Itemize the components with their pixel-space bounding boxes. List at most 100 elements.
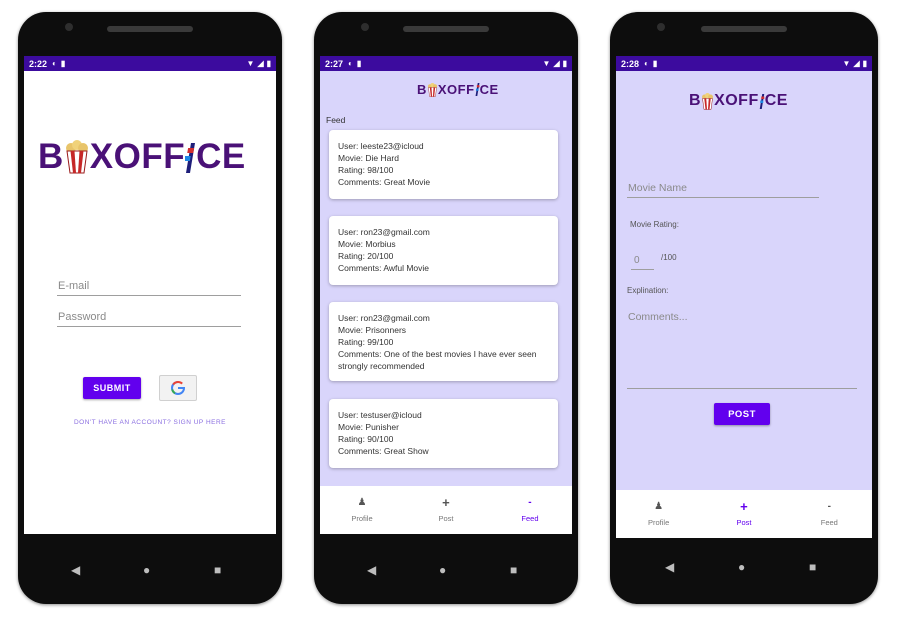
status-time: 2:22 (29, 58, 48, 69)
post-comments: Comments: Awful Movie (338, 263, 430, 273)
rating-input[interactable]: 0 (631, 247, 654, 270)
logo-letters-xoff: XOFF (89, 137, 186, 176)
nav-post-label: Post (438, 514, 454, 523)
nav-feed-label: Feed (820, 518, 838, 527)
front-camera (361, 23, 369, 31)
status-time: 2:27 (325, 58, 344, 69)
feed-card[interactable]: User: ron23@gmail.com Movie: Morbius Rat… (329, 216, 558, 285)
sim-icon: ▮ (652, 59, 658, 68)
comments-field[interactable]: Comments... (627, 308, 857, 389)
notification-icon: ◐ (348, 59, 353, 68)
feed-card[interactable]: User: ron23@gmail.com Movie: Prisonners … (329, 302, 558, 381)
post-user: User: leeste23@icloud (338, 141, 424, 151)
feed-screen: 2:27 ◐ ▮ ▼ ◢ ▮ B XOFF CE Feed User: lees… (320, 56, 572, 534)
nav-feed[interactable]: - Feed (488, 486, 572, 534)
battery-icon: ▮ (266, 59, 271, 68)
post-rating: Rating: 99/100 (338, 337, 394, 347)
submit-button[interactable]: SUBMIT (83, 377, 141, 399)
system-navigation-bar: ◀ ● ■ (18, 534, 282, 604)
wifi-icon: ▼ (842, 59, 851, 68)
post-rating: Rating: 90/100 (338, 434, 394, 444)
signup-link[interactable]: DON'T HAVE AN ACCOUNT? SIGN UP HERE (24, 419, 276, 426)
nav-profile[interactable]: ♟ Profile (320, 486, 404, 534)
password-field[interactable]: Password (57, 302, 241, 327)
feed-card[interactable]: User: leeste23@icloud Movie: Die Hard Ra… (329, 130, 558, 199)
status-time: 2:28 (621, 58, 640, 69)
wifi-icon: ▼ (246, 59, 255, 68)
movie-name-field[interactable]: Movie Name (627, 175, 819, 198)
popcorn-icon (427, 82, 438, 97)
speaker-grille (107, 26, 193, 32)
logo-letters-ce: CE (196, 137, 246, 176)
back-icon[interactable]: ◀ (71, 563, 80, 577)
feed-title: Feed (326, 115, 346, 125)
explanation-label: Explination: (627, 286, 669, 295)
nav-profile-label: Profile (648, 518, 670, 527)
sim-icon: ▮ (60, 59, 66, 68)
movie-rating-label: Movie Rating: (630, 220, 679, 229)
popcorn-icon (64, 140, 90, 174)
feed-card[interactable]: User: testuser@icloud Movie: Punisher Ra… (329, 399, 558, 468)
post-movie: Movie: Prisonners (338, 325, 407, 335)
sim-icon: ▮ (356, 59, 362, 68)
person-icon: ♟ (357, 497, 367, 508)
phone-post: 2:28 ◐ ▮ ▼ ◢ ▮ B XOFF CE Movie Name Movi… (610, 12, 878, 604)
post-movie: Movie: Die Hard (338, 153, 399, 163)
back-icon[interactable]: ◀ (665, 560, 674, 574)
post-movie: Movie: Punisher (338, 422, 399, 432)
back-icon[interactable]: ◀ (367, 563, 376, 577)
email-field[interactable]: E-mail (57, 271, 241, 296)
logo-letters-ce: CE (479, 82, 499, 97)
boxoffice-logo: B XOFF CE (38, 137, 246, 177)
signal-icon: ◢ (853, 59, 860, 68)
boxoffice-logo: B XOFF CE (689, 92, 788, 110)
recents-icon[interactable]: ■ (214, 563, 221, 577)
3d-glasses-icon (759, 93, 765, 109)
system-navigation-bar: ◀ ● ■ (314, 534, 578, 604)
post-user: User: ron23@gmail.com (338, 227, 430, 237)
nav-profile-label: Profile (351, 514, 373, 523)
recents-icon[interactable]: ■ (510, 563, 517, 577)
signal-icon: ◢ (553, 59, 560, 68)
google-sign-in-button[interactable] (159, 375, 197, 401)
front-camera (65, 23, 73, 31)
rating-placeholder: 0 (634, 255, 640, 266)
post-screen: 2:28 ◐ ▮ ▼ ◢ ▮ B XOFF CE Movie Name Movi… (616, 56, 872, 538)
nav-post-label: Post (736, 518, 752, 527)
logo-letter-b: B (417, 82, 427, 97)
password-placeholder: Password (58, 311, 107, 323)
google-icon (171, 381, 185, 395)
nav-post[interactable]: + Post (701, 490, 786, 538)
email-placeholder: E-mail (58, 280, 90, 292)
phone-feed: 2:27 ◐ ▮ ▼ ◢ ▮ B XOFF CE Feed User: lees… (314, 12, 578, 604)
signal-icon: ◢ (257, 59, 264, 68)
post-rating: Rating: 98/100 (338, 165, 394, 175)
bottom-navigation: ♟ Profile + Post - Feed (320, 486, 572, 534)
home-icon[interactable]: ● (439, 563, 446, 577)
logo-letter-b: B (38, 137, 64, 176)
logo-letter-b: B (689, 92, 702, 109)
3d-glasses-icon (475, 83, 480, 96)
post-comments: Comments: One of the best movies I have … (338, 349, 537, 371)
logo-letters-ce: CE (764, 92, 788, 109)
recents-icon[interactable]: ■ (809, 560, 816, 574)
phone-login: 2:22 ◐ ▮ ▼ ◢ ▮ B XOFF CE E-mail Password… (18, 12, 282, 604)
minus-icon: - (827, 501, 831, 512)
nav-feed[interactable]: - Feed (787, 490, 872, 538)
comments-placeholder: Comments... (628, 311, 688, 323)
movie-name-placeholder: Movie Name (628, 182, 687, 194)
status-bar: 2:28 ◐ ▮ ▼ ◢ ▮ (616, 56, 872, 71)
home-icon[interactable]: ● (143, 563, 150, 577)
plus-icon: + (442, 495, 450, 510)
boxoffice-logo: B XOFF CE (417, 82, 499, 97)
post-movie: Movie: Morbius (338, 239, 396, 249)
3d-glasses-icon (183, 142, 196, 173)
status-bar: 2:27 ◐ ▮ ▼ ◢ ▮ (320, 56, 572, 71)
nav-post[interactable]: + Post (404, 486, 488, 534)
home-icon[interactable]: ● (738, 560, 745, 574)
post-button[interactable]: POST (714, 403, 770, 425)
nav-profile[interactable]: ♟ Profile (616, 490, 701, 538)
speaker-grille (403, 26, 489, 32)
rating-suffix: /100 (661, 253, 677, 262)
login-screen: 2:22 ◐ ▮ ▼ ◢ ▮ B XOFF CE E-mail Password… (24, 56, 276, 534)
